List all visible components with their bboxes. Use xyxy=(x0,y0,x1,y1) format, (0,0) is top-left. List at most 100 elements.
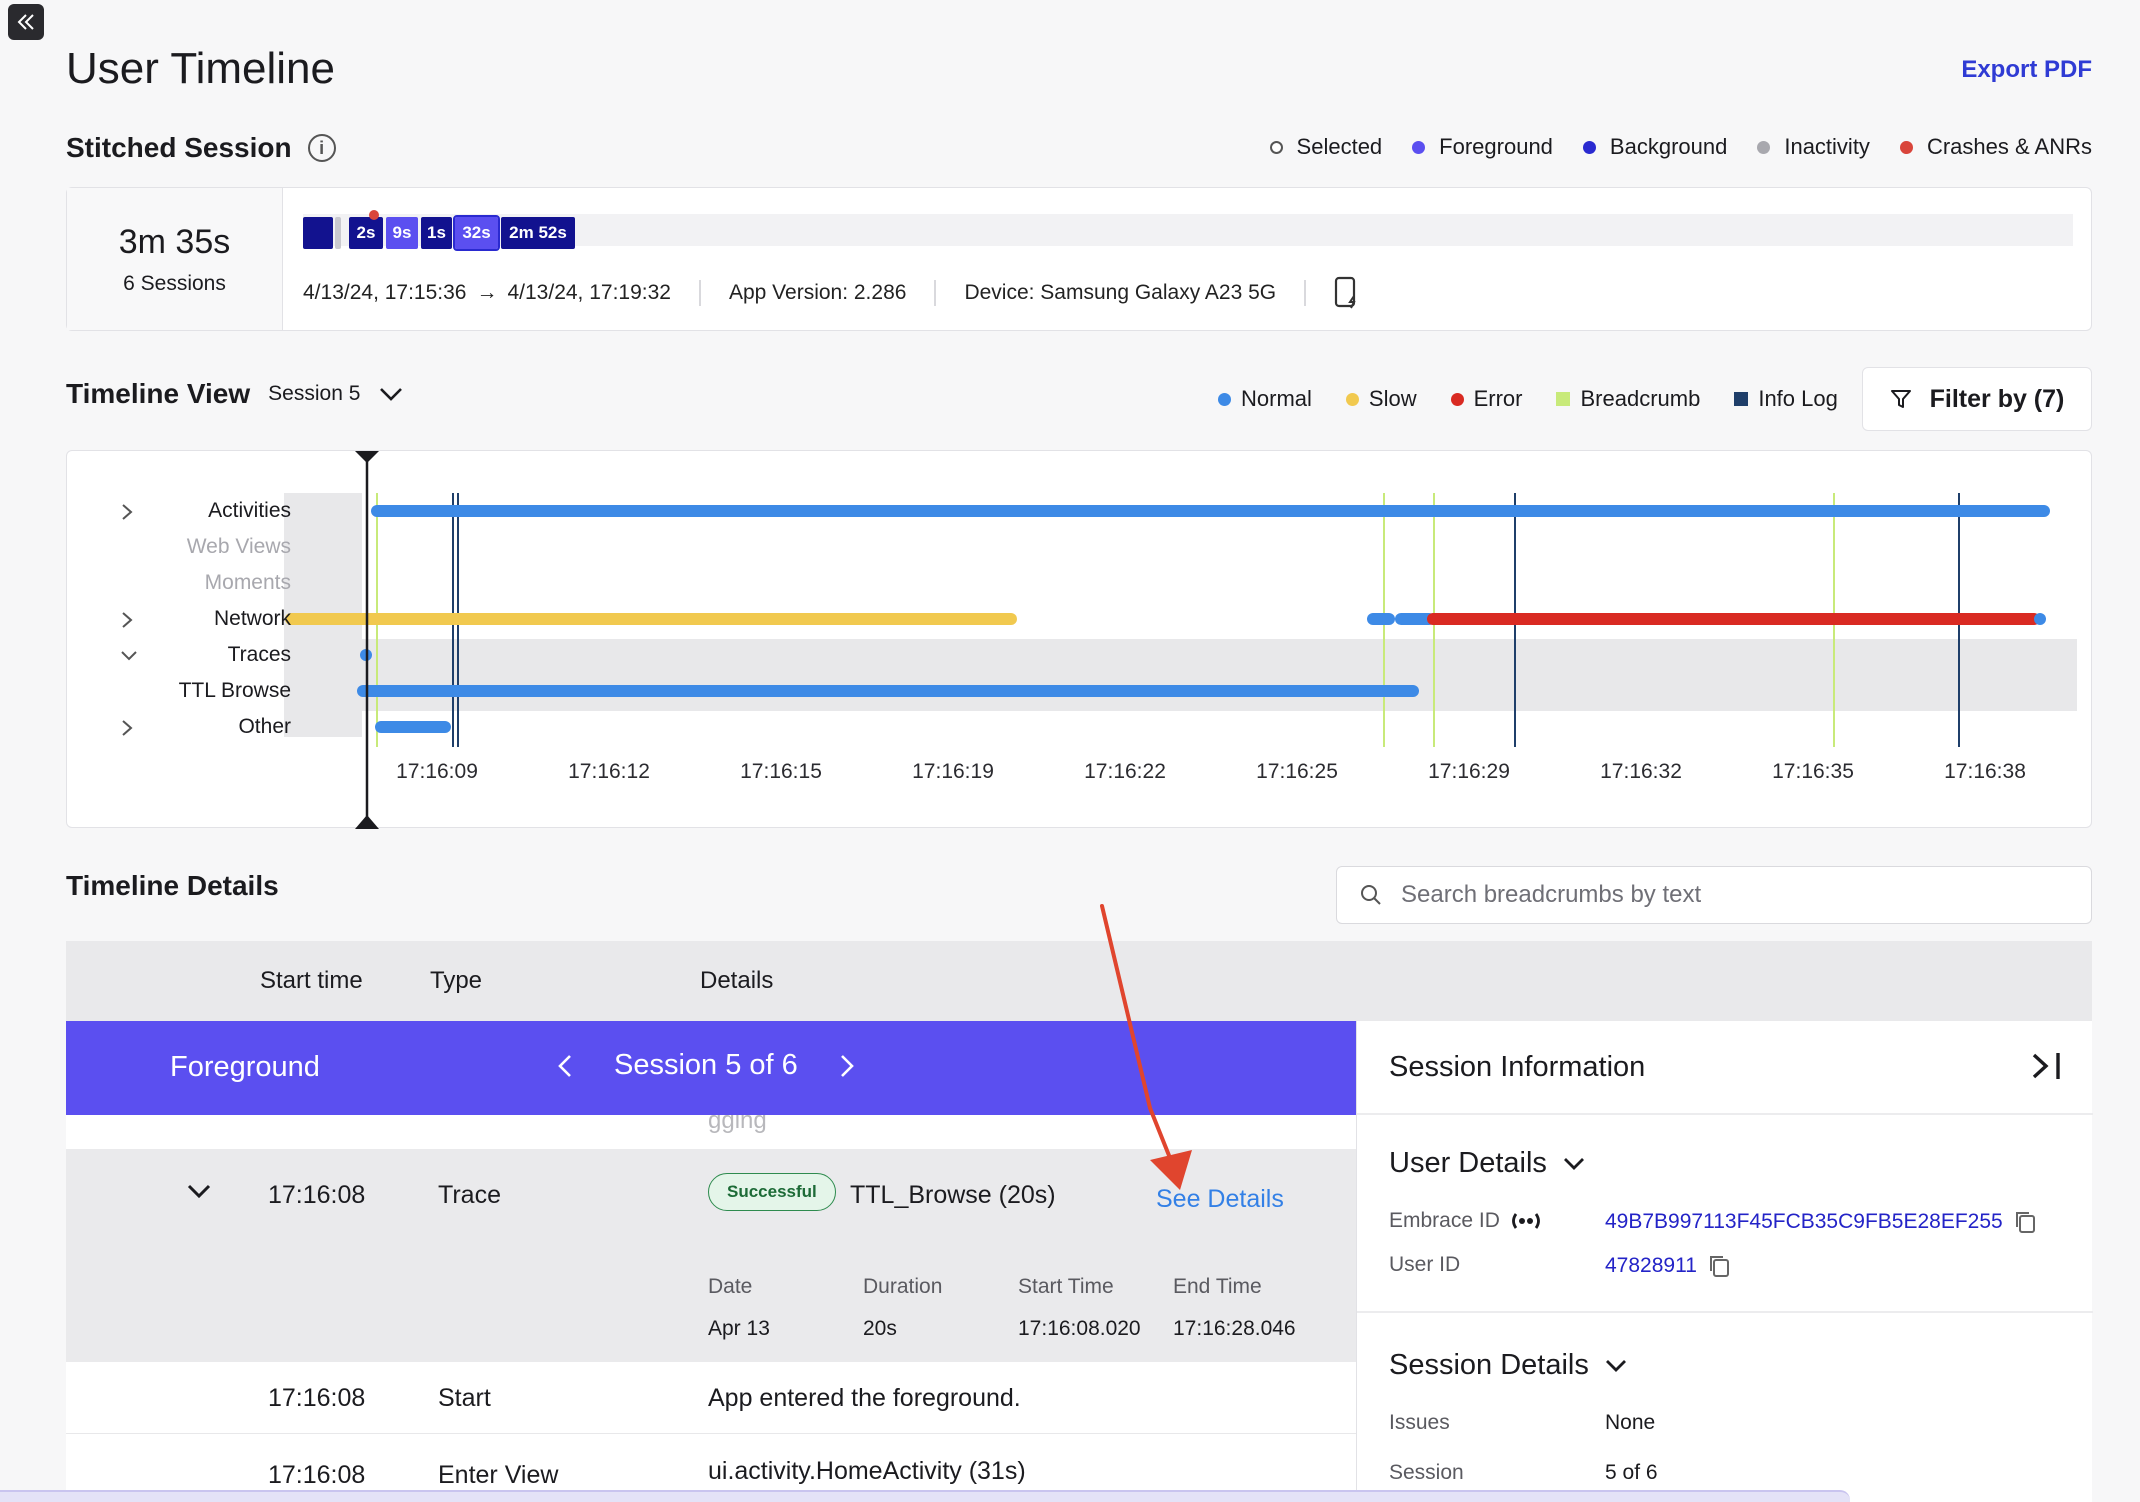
row-time: 17:16:08 xyxy=(268,1461,366,1489)
session-summary: 3m 35s 6 Sessions xyxy=(67,188,283,330)
copy-icon[interactable] xyxy=(2013,1209,2037,1235)
chevron-down-icon[interactable] xyxy=(186,1183,212,1201)
tick-label: 17:16:22 xyxy=(1084,760,1166,783)
user-id-value-row[interactable]: 47828911 xyxy=(1605,1253,1731,1279)
breadcrumb-square-icon xyxy=(1556,392,1571,406)
chevron-down-icon xyxy=(1563,1157,1584,1170)
time-range-end: 4/13/24, 17:19:32 xyxy=(507,281,671,304)
legend-crashes: Crashes & ANRs xyxy=(1899,134,2092,160)
session-segment-5-selected[interactable]: 32s xyxy=(453,215,500,251)
total-duration: 3m 35s xyxy=(118,222,231,261)
arrow-right-icon: → xyxy=(476,281,498,304)
filter-button[interactable]: Filter by (7) xyxy=(1862,367,2092,431)
row-label-network[interactable]: Network xyxy=(214,607,291,631)
tick-label: 17:16:29 xyxy=(1428,760,1510,783)
legend-inactivity: Inactivity xyxy=(1757,134,1870,160)
user-details-toggle[interactable]: User Details xyxy=(1389,1147,1585,1180)
see-details-link[interactable]: See Details xyxy=(1156,1185,1284,1214)
chevron-right-icon[interactable] xyxy=(838,1052,856,1080)
session-label: Session xyxy=(1389,1461,1464,1484)
network-normal-dot xyxy=(2034,613,2046,625)
legend-label: Breadcrumb xyxy=(1580,386,1701,411)
legend-normal: Normal xyxy=(1218,386,1312,412)
normal-dot-icon xyxy=(1218,392,1231,406)
search-icon xyxy=(1361,885,1381,905)
legend-slow: Slow xyxy=(1345,386,1417,412)
app-version: App Version: 2.286 xyxy=(728,281,907,304)
column-details[interactable]: Details xyxy=(700,967,773,995)
filter-label: Filter by (7) xyxy=(1929,384,2065,413)
issues-label: Issues xyxy=(1389,1411,1450,1434)
timeline-view-title: Timeline View xyxy=(66,378,251,409)
bottom-drawer-edge xyxy=(0,1490,1850,1502)
embrace-id-value-row[interactable]: 49B7B997113F45FCB35C9FB5E28EF255 xyxy=(1605,1209,2037,1235)
playhead-top-handle xyxy=(355,451,379,463)
table-header: Start time Type Details xyxy=(66,941,2092,1021)
legend-breadcrumb: Breadcrumb xyxy=(1556,386,1700,412)
stitched-session-card: 3m 35s 6 Sessions 2s 9s 1s 32s 2m 52s 4/… xyxy=(66,187,2092,331)
legend-label: Info Log xyxy=(1758,386,1838,411)
embrace-id-value[interactable]: 49B7B997113F45FCB35C9FB5E28EF255 xyxy=(1605,1210,2003,1234)
session-segment-4[interactable]: 1s xyxy=(421,217,452,249)
collapse-sidebar-button[interactable] xyxy=(8,4,44,40)
session-select-value: Session 5 xyxy=(268,382,361,405)
user-details-title: User Details xyxy=(1389,1147,1547,1179)
row-details: App entered the foreground. xyxy=(708,1384,1021,1412)
session-meta: 4/13/24, 17:15:36 → 4/13/24, 17:19:32 Ap… xyxy=(303,276,1360,310)
chevron-right-icon[interactable] xyxy=(119,718,135,738)
foreground-dot-icon xyxy=(1412,140,1426,154)
time-range-start: 4/13/24, 17:15:36 xyxy=(303,281,467,304)
legend-foreground: Foreground xyxy=(1412,134,1553,160)
embrace-id-label-row: Embrace ID xyxy=(1389,1209,1542,1233)
session-details-toggle[interactable]: Session Details xyxy=(1389,1349,1627,1382)
legend-background: Background xyxy=(1582,134,1727,160)
phone-power-icon[interactable] xyxy=(1334,276,1360,310)
traces-expanded-band xyxy=(347,639,2077,711)
chevron-left-icon[interactable] xyxy=(556,1052,574,1080)
collapse-panel-icon[interactable] xyxy=(2030,1049,2064,1083)
column-type[interactable]: Type xyxy=(430,967,482,995)
timeline-chart-card: 17:16:09 17:16:12 17:16:15 17:16:19 17:1… xyxy=(66,450,2092,829)
sub-value-end-time: 17:16:28.046 xyxy=(1173,1317,1296,1340)
chevron-right-icon[interactable] xyxy=(119,610,135,630)
chevron-right-icon[interactable] xyxy=(119,502,135,522)
status-badge: Successful xyxy=(708,1173,836,1211)
session-legend: Selected Foreground Background Inactivit… xyxy=(1269,134,2092,160)
legend-label: Foreground xyxy=(1439,134,1553,159)
search-input[interactable] xyxy=(1401,881,2061,909)
session-bar: 2s 9s 1s 32s 2m 52s xyxy=(303,210,2073,251)
legend-label: Inactivity xyxy=(1784,134,1870,159)
session-select[interactable]: Session 5 xyxy=(268,382,404,406)
trace-row-expanded[interactable]: 17:16:08 Trace Successful TTL_Browse (20… xyxy=(66,1149,1356,1362)
session-navigator: Session 5 of 6 xyxy=(556,1049,856,1082)
session-segment-1[interactable] xyxy=(303,217,333,249)
divider xyxy=(698,280,701,306)
column-start-time[interactable]: Start time xyxy=(260,967,363,995)
legend-label: Selected xyxy=(1296,134,1383,159)
user-id-value[interactable]: 47828911 xyxy=(1605,1254,1697,1278)
row-type: Enter View xyxy=(438,1461,559,1489)
row-label-ttl-browse: TTL Browse xyxy=(178,679,291,702)
page-title: User Timeline xyxy=(66,44,335,93)
row-label-activities[interactable]: Activities xyxy=(208,499,291,523)
info-log-square-icon xyxy=(1734,392,1749,406)
export-pdf-link[interactable]: Export PDF xyxy=(1961,56,2092,84)
info-icon[interactable]: i xyxy=(307,134,336,162)
row-label-traces[interactable]: Traces xyxy=(228,643,291,667)
copy-icon[interactable] xyxy=(1707,1253,1731,1279)
issues-value: None xyxy=(1605,1411,1656,1434)
side-panel-title: Session Information xyxy=(1389,1051,1646,1083)
session-details-title: Session Details xyxy=(1389,1349,1589,1381)
chevron-down-icon[interactable] xyxy=(119,648,139,664)
table-row[interactable]: 17:16:08 Start App entered the foregroun… xyxy=(66,1362,1356,1434)
chevron-down-icon xyxy=(380,388,403,401)
session-segment-3[interactable]: 9s xyxy=(386,217,418,249)
session-segment-6[interactable]: 2m 52s xyxy=(501,217,575,249)
tick-label: 17:16:09 xyxy=(396,760,478,783)
timeline-legend: Normal Slow Error Breadcrumb Info Log xyxy=(1218,386,1838,412)
tick-label: 17:16:19 xyxy=(912,760,994,783)
crash-marker[interactable] xyxy=(369,210,379,220)
row-label-other[interactable]: Other xyxy=(238,715,291,739)
sub-value-start-time: 17:16:08.020 xyxy=(1018,1317,1141,1340)
session-segment-2[interactable]: 2s xyxy=(349,217,383,249)
